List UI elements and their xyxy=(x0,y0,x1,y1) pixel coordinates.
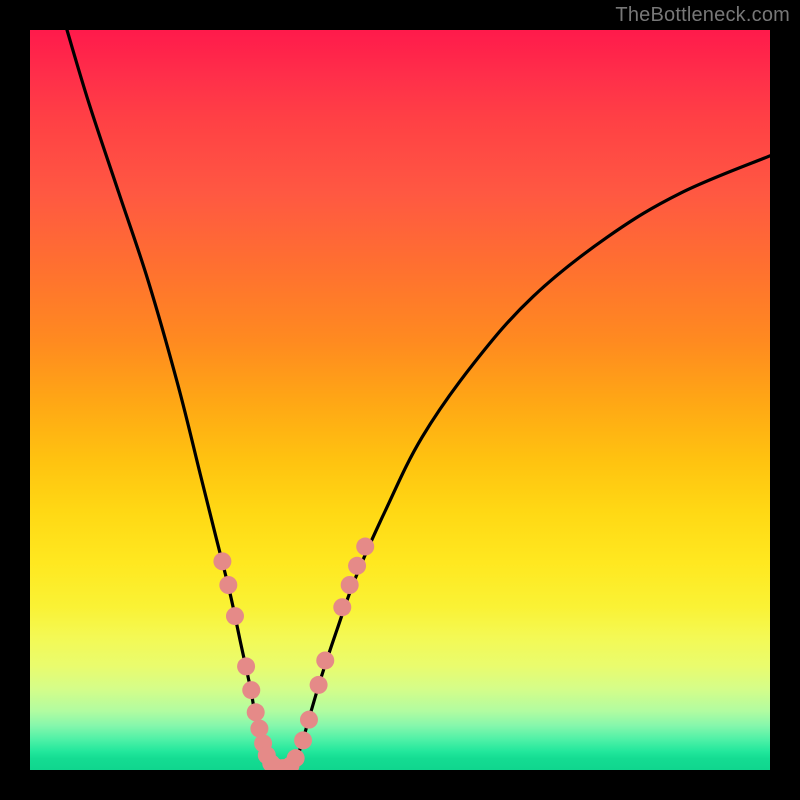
data-point xyxy=(300,711,318,729)
data-point xyxy=(294,731,312,749)
data-point xyxy=(213,552,231,570)
data-point xyxy=(316,651,334,669)
data-point xyxy=(333,598,351,616)
plot-area xyxy=(30,30,770,770)
watermark-text: TheBottleneck.com xyxy=(615,4,790,27)
data-point xyxy=(219,576,237,594)
data-point xyxy=(356,538,374,556)
chart-frame: TheBottleneck.com xyxy=(0,0,800,800)
data-point xyxy=(348,557,366,575)
curve-layer xyxy=(30,30,770,770)
data-point xyxy=(237,657,255,675)
data-point xyxy=(226,607,244,625)
data-point xyxy=(242,681,260,699)
data-point xyxy=(310,676,328,694)
data-point xyxy=(247,703,265,721)
data-point xyxy=(287,749,305,767)
data-point xyxy=(341,576,359,594)
bottleneck-curve xyxy=(67,30,770,769)
